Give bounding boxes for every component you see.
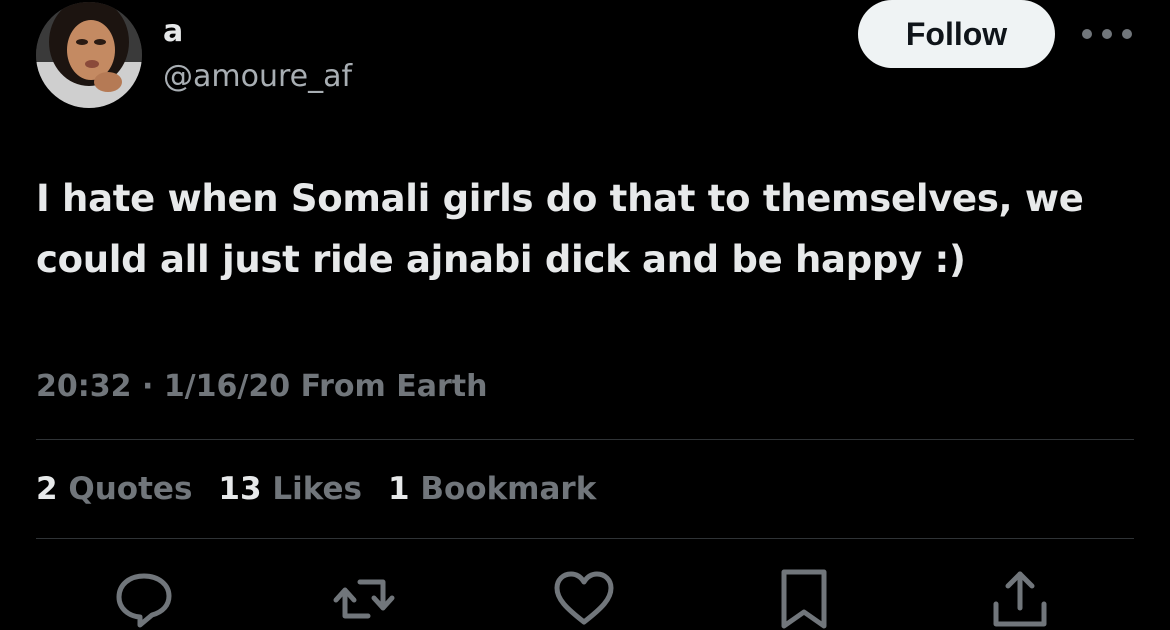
more-dot <box>1122 29 1132 39</box>
more-dot <box>1082 29 1092 39</box>
likes-count: 13 <box>218 471 262 507</box>
retweet-icon[interactable] <box>332 568 396 630</box>
tweet-text: I hate when Somali girls do that to them… <box>36 177 1084 281</box>
divider <box>36 439 1134 440</box>
follow-button[interactable]: Follow <box>858 0 1055 68</box>
tweet-source: From Earth <box>300 369 488 404</box>
author-display-name[interactable]: a <box>163 12 183 52</box>
divider <box>36 538 1134 539</box>
bookmarks-count: 1 <box>387 471 410 507</box>
heart-icon[interactable] <box>552 568 616 630</box>
bookmark-icon[interactable] <box>772 568 836 630</box>
tweet-stats: 2 Quotes 13 Likes 1 Bookmark <box>36 468 596 510</box>
tweet-meta: 20:32 · 1/16/20 From Earth <box>36 367 487 407</box>
quotes-count: 2 <box>36 471 58 507</box>
avatar[interactable] <box>36 2 142 108</box>
author-handle[interactable]: @amoure_af <box>163 57 352 97</box>
more-icon[interactable] <box>1082 20 1132 48</box>
more-dot <box>1102 29 1112 39</box>
tweet-date[interactable]: 1/16/20 <box>164 369 290 404</box>
reply-icon[interactable] <box>112 568 176 630</box>
tweet-time[interactable]: 20:32 <box>36 369 132 404</box>
quotes-label: Quotes <box>68 471 193 507</box>
meta-separator: · <box>141 369 154 404</box>
action-bar <box>0 568 1170 630</box>
avatar-image <box>36 2 142 108</box>
bookmarks-label: Bookmark <box>420 471 597 507</box>
quotes-stat[interactable]: 2 Quotes <box>36 468 192 510</box>
share-icon[interactable] <box>988 568 1052 630</box>
bookmarks-stat[interactable]: 1 Bookmark <box>388 468 596 510</box>
likes-label: Likes <box>272 471 362 507</box>
likes-stat[interactable]: 13 Likes <box>218 468 362 510</box>
